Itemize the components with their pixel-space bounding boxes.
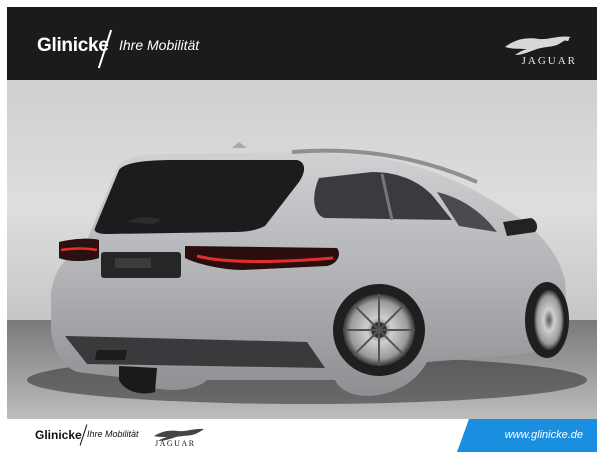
website-link[interactable]: www.glinicke.de bbox=[505, 429, 583, 441]
footer-dealer-tagline: Ihre Mobilität bbox=[87, 429, 139, 439]
jaguar-wordmark: JAGUAR bbox=[521, 55, 577, 67]
footer-dealer-brand: Glinicke bbox=[35, 428, 82, 442]
car-photo bbox=[7, 80, 597, 419]
top-banner: Glinicke Ihre Mobilität JAGUAR bbox=[7, 7, 597, 80]
website-banner[interactable]: www.glinicke.de bbox=[457, 419, 597, 452]
footer-bar: Glinicke Ihre Mobilität JAGUAR www.glini… bbox=[7, 419, 597, 452]
footer-jaguar-wordmark: JAGUAR bbox=[155, 439, 196, 448]
dealer-brand: Glinicke bbox=[37, 35, 109, 56]
dealer-tagline: Ihre Mobilität bbox=[119, 37, 200, 53]
